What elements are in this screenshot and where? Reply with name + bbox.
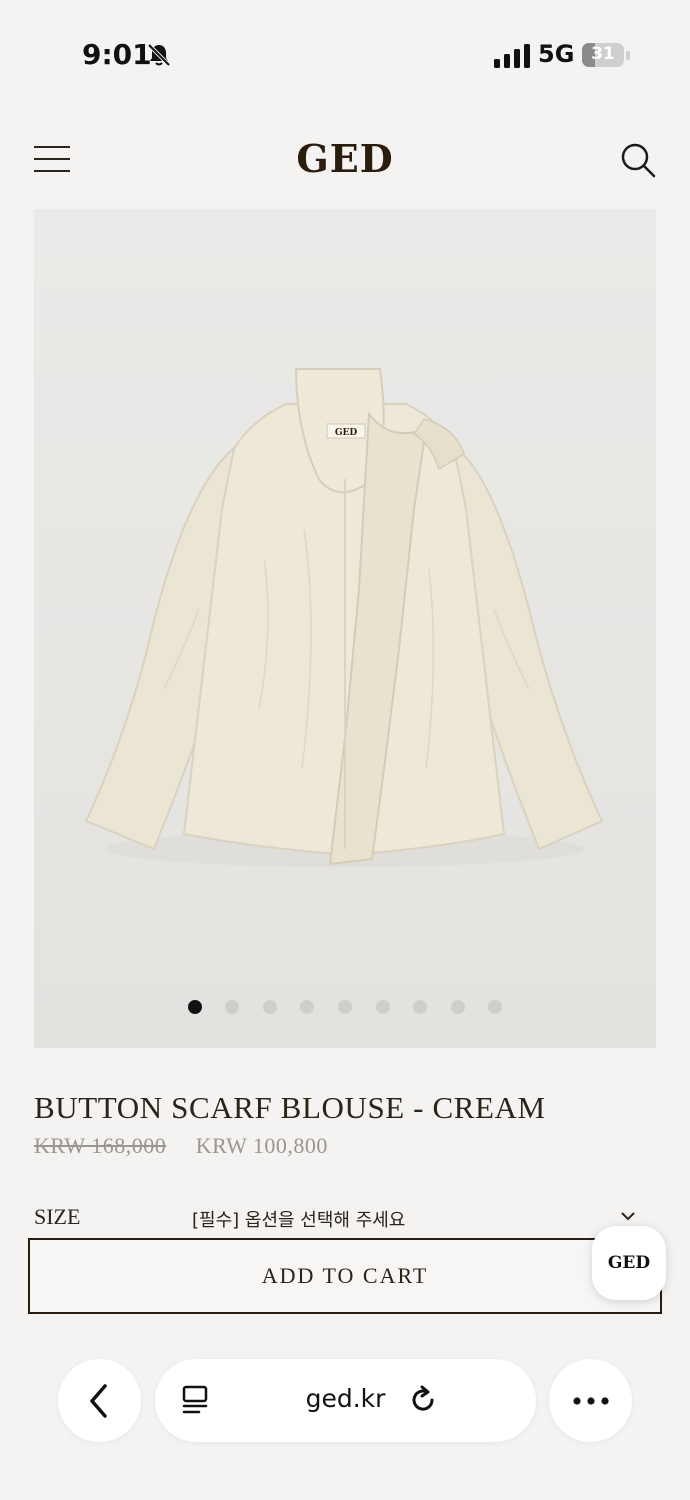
network-type: 5G	[538, 40, 575, 68]
carousel-dot[interactable]	[488, 1000, 503, 1014]
bell-slash-icon	[147, 43, 171, 67]
search-icon[interactable]	[618, 140, 658, 180]
url-text[interactable]: ged.kr	[155, 1384, 536, 1413]
carousel-dot[interactable]	[450, 1000, 465, 1014]
blouse-illustration: GED	[84, 368, 604, 867]
back-chevron-icon	[90, 1384, 107, 1418]
carousel-dot[interactable]	[300, 1000, 315, 1014]
price-row: KRW 168,000 KRW 100,800	[34, 1133, 328, 1163]
garment-label-text: GED	[335, 428, 358, 438]
site-header: GED	[0, 130, 690, 190]
carousel-dots	[34, 1000, 656, 1014]
size-select[interactable]: [필수] 옵션을 선택해 주세요	[192, 1206, 405, 1232]
floating-chat-button[interactable]: GED	[592, 1226, 666, 1300]
product-image[interactable]: GED	[34, 209, 656, 1048]
carousel-dot[interactable]	[413, 1000, 428, 1014]
back-button[interactable]	[58, 1359, 141, 1442]
carousel-dot[interactable]	[262, 1000, 277, 1014]
address-bar[interactable]: ged.kr	[155, 1359, 536, 1442]
size-option-row[interactable]: SIZE [필수] 옵션을 선택해 주세요	[34, 1202, 654, 1234]
size-label: SIZE	[34, 1204, 81, 1229]
original-price: KRW 168,000	[34, 1133, 167, 1158]
carousel-dot[interactable]	[338, 1000, 352, 1014]
chevron-down-icon[interactable]	[620, 1210, 636, 1222]
cellular-signal-icon	[494, 44, 530, 68]
sale-price: KRW 100,800	[195, 1133, 328, 1158]
carousel-dot[interactable]	[225, 1000, 240, 1014]
site-logo[interactable]: GED	[0, 136, 690, 181]
status-bar: 9:01 5G 31	[0, 0, 690, 110]
battery-icon: 31	[582, 43, 624, 67]
battery-level: 31	[591, 44, 615, 64]
product-title: BUTTON SCARF BLOUSE - CREAM	[34, 1090, 546, 1125]
add-to-cart-button[interactable]: ADD TO CART	[28, 1238, 662, 1314]
status-time: 9:01	[82, 38, 152, 71]
carousel-dot[interactable]	[187, 1000, 202, 1014]
reload-icon[interactable]	[407, 1384, 439, 1416]
carousel-dot[interactable]	[375, 1000, 390, 1014]
cart-bar: ADD TO CART	[0, 1234, 690, 1334]
more-options-button[interactable]	[549, 1359, 632, 1442]
battery-tip	[626, 51, 630, 60]
more-dots-icon	[573, 1397, 609, 1405]
browser-toolbar: ged.kr	[0, 1334, 690, 1500]
